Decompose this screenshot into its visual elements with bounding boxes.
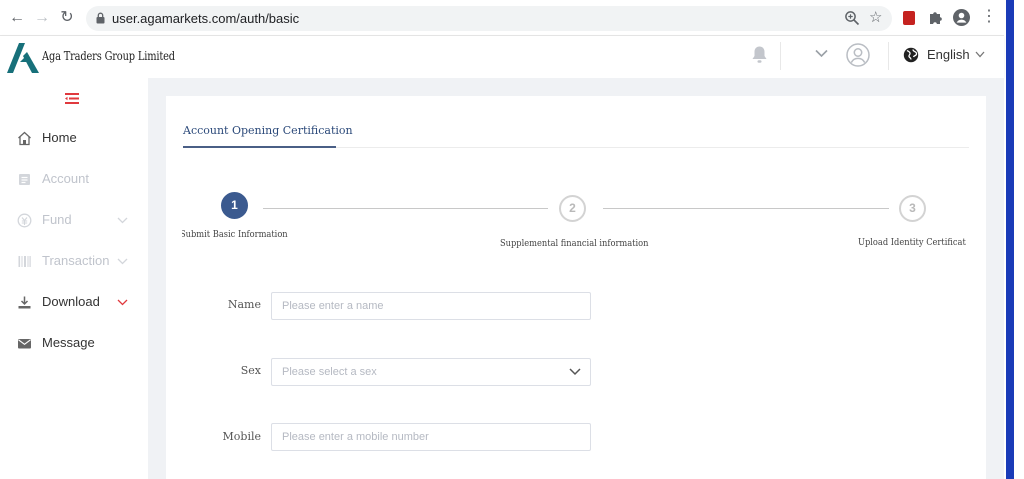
chevron-down-icon[interactable] — [975, 51, 985, 58]
step-connector — [263, 208, 548, 209]
name-input[interactable] — [271, 292, 591, 320]
step-2-label: Supplemental financial information — [500, 239, 649, 249]
fund-icon — [17, 213, 32, 228]
notification-bell-icon[interactable] — [751, 45, 768, 64]
sidebar-item-label: Message — [42, 335, 95, 350]
step-2-indicator: 2 — [559, 195, 586, 222]
sidebar-item-message[interactable]: Message — [0, 328, 148, 358]
name-label: Name — [227, 298, 261, 311]
chevron-down-icon — [569, 368, 581, 376]
home-icon — [18, 131, 31, 146]
more-menu-icon[interactable]: ⋮ — [981, 8, 997, 26]
step-3-label-wrap: Upload Identity Certificat — [858, 237, 969, 251]
language-selector[interactable]: English — [927, 47, 970, 62]
company-logo-icon — [7, 43, 39, 73]
extension-icon[interactable] — [903, 11, 915, 25]
message-icon — [18, 339, 31, 349]
chevron-down-icon — [117, 258, 128, 265]
header-divider — [780, 42, 781, 70]
profile-icon[interactable] — [953, 9, 970, 26]
download-icon — [18, 296, 31, 309]
sidebar-item-label: Home — [42, 130, 77, 145]
chevron-down-icon — [117, 217, 128, 224]
sex-select[interactable]: Please select a sex — [271, 358, 591, 386]
header-divider — [888, 42, 889, 70]
sidebar-item-transaction[interactable]: Transaction — [0, 246, 148, 276]
extensions-puzzle-icon[interactable] — [928, 9, 944, 25]
sidebar-item-label: Download — [42, 294, 100, 309]
tab-account-opening[interactable]: Account Opening Certification — [183, 124, 353, 137]
sidebar: Home Account Fund Transaction Download M… — [0, 78, 148, 479]
sidebar-item-account[interactable]: Account — [0, 164, 148, 194]
address-bar[interactable]: user.agamarkets.com/auth/basic ☆ — [86, 6, 892, 31]
lock-icon — [96, 12, 105, 24]
sidebar-item-label: Transaction — [42, 253, 110, 268]
window-edge — [1004, 0, 1024, 479]
step-1-label-wrap: Submit Basic Information — [182, 229, 322, 243]
zoom-icon[interactable] — [844, 10, 860, 26]
transaction-icon — [18, 256, 31, 267]
app-header: Aga Traders Group Limited English — [0, 36, 1004, 78]
sidebar-item-home[interactable]: Home — [0, 123, 148, 153]
step-3-label: Upload Identity Certificat — [858, 238, 966, 248]
step-1-indicator: 1 — [221, 192, 248, 219]
sex-select-placeholder: Please select a sex — [282, 366, 377, 378]
mobile-label: Mobile — [222, 430, 261, 443]
browser-toolbar: ← → ↻ user.agamarkets.com/auth/basic ☆ ⋮ — [0, 0, 1004, 36]
bookmark-star-icon[interactable]: ☆ — [869, 8, 882, 28]
chevron-down-icon[interactable] — [815, 49, 828, 58]
sidebar-item-label: Account — [42, 171, 89, 186]
sidebar-item-fund[interactable]: Fund — [0, 205, 148, 235]
form-card: Account Opening Certification 1 2 3 Subm… — [166, 96, 986, 479]
mobile-input[interactable] — [271, 423, 591, 451]
menu-collapse-icon[interactable] — [64, 92, 80, 105]
sidebar-item-download[interactable]: Download — [0, 287, 148, 317]
step-1-label: Submit Basic Information — [182, 230, 288, 240]
back-arrow-icon[interactable]: ← — [8, 9, 26, 27]
sex-label: Sex — [240, 364, 261, 377]
step-connector — [603, 208, 889, 209]
chevron-down-icon — [117, 299, 128, 306]
reload-icon[interactable]: ↻ — [58, 9, 76, 27]
active-tab-indicator — [183, 146, 336, 148]
step-3-indicator: 3 — [899, 195, 926, 222]
account-icon — [19, 174, 30, 185]
url-text: user.agamarkets.com/auth/basic — [112, 11, 300, 26]
globe-icon — [903, 47, 919, 63]
sidebar-item-label: Fund — [42, 212, 72, 227]
user-avatar-icon[interactable] — [846, 43, 870, 67]
company-name: Aga Traders Group Limited — [42, 49, 175, 63]
forward-arrow-icon[interactable]: → — [33, 9, 51, 27]
